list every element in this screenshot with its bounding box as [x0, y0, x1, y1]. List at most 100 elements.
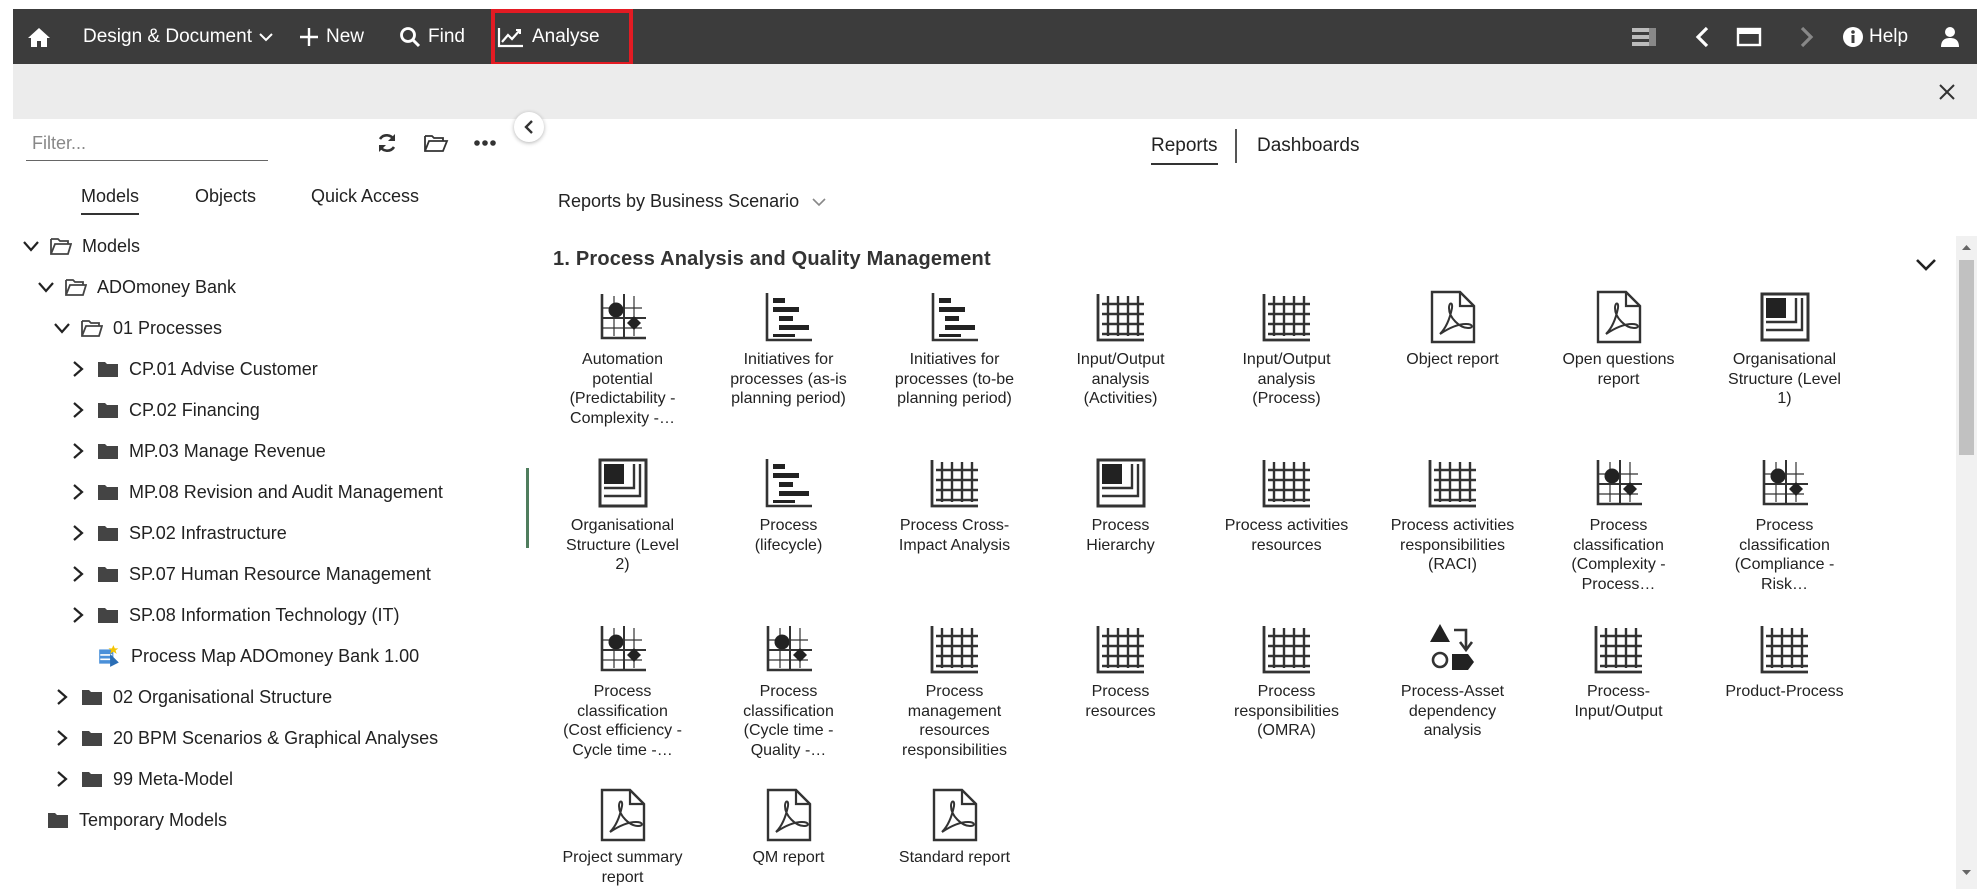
report-item[interactable]: Product-Process [1722, 622, 1847, 702]
layout-toggle-button[interactable] [1631, 9, 1657, 64]
chevron-right-icon[interactable] [53, 770, 71, 788]
forward-button[interactable] [1798, 9, 1814, 64]
tree-item[interactable]: SP.07 Human Resource Management [69, 557, 431, 591]
report-item[interactable]: Organisational Structure (Level 1) [1722, 290, 1847, 409]
user-icon [1941, 26, 1959, 47]
report-item[interactable]: Process responsibilities (OMRA) [1224, 622, 1349, 741]
tab-reports[interactable]: Reports [1151, 135, 1218, 165]
tree-item[interactable]: 99 Meta-Model [53, 762, 233, 796]
folder-open-icon[interactable] [423, 132, 449, 154]
report-item[interactable]: Process activities resources [1224, 456, 1349, 555]
report-item[interactable]: Input/Output analysis (Process) [1224, 290, 1349, 409]
scrollbar[interactable] [1956, 236, 1977, 889]
filter-input[interactable] [26, 126, 268, 161]
report-item[interactable]: Object report [1390, 290, 1515, 370]
tree-item[interactable]: Temporary Models [37, 803, 227, 837]
report-item[interactable]: Process classification (Cycle time - Qua… [726, 622, 851, 760]
report-item[interactable]: Initiatives for processes (as-is plannin… [726, 290, 851, 409]
folder-open-icon [50, 237, 73, 255]
refresh-icon[interactable] [376, 132, 398, 154]
folder-icon [97, 442, 119, 460]
window-button[interactable] [1736, 9, 1762, 64]
report-item[interactable]: Project summary report [560, 788, 685, 887]
chevron-right-icon[interactable] [69, 360, 87, 378]
collapse-panel-button[interactable] [514, 112, 544, 142]
tree-item[interactable]: SP.02 Infrastructure [69, 516, 287, 550]
collapse-section-icon[interactable] [1915, 258, 1937, 272]
user-button[interactable] [1940, 9, 1960, 64]
tab-quick-access[interactable]: Quick Access [311, 186, 419, 207]
report-item[interactable]: Process-Input/Output [1556, 622, 1681, 721]
design-document-menu[interactable]: Design & Document [83, 9, 274, 64]
report-item[interactable]: Process Hierarchy [1058, 456, 1183, 555]
tree-item[interactable]: 20 BPM Scenarios & Graphical Analyses [53, 721, 438, 755]
more-options-icon[interactable] [474, 139, 496, 147]
tab-objects[interactable]: Objects [195, 186, 256, 207]
scroll-up-icon[interactable] [1956, 240, 1977, 254]
chevron-down-icon[interactable] [53, 319, 71, 337]
tree-item-label: MP.03 Manage Revenue [129, 440, 326, 461]
plus-icon [300, 27, 318, 46]
panel-splitter[interactable] [526, 468, 529, 548]
report-label: Process resources [1085, 683, 1156, 720]
tree-item[interactable]: CP.01 Advise Customer [69, 352, 318, 386]
tree-item[interactable]: MP.08 Revision and Audit Management [69, 475, 443, 509]
home-button[interactable] [27, 9, 51, 64]
report-item[interactable]: Process classification (Compliance - Ris… [1722, 456, 1847, 594]
hierarchy-icon [1094, 456, 1148, 510]
report-label: Object report [1406, 351, 1499, 368]
chevron-down-icon[interactable] [37, 278, 55, 296]
tree-item[interactable]: 01 Processes [53, 311, 222, 345]
chevron-down-icon[interactable] [22, 237, 40, 255]
help-button[interactable]: Help [1842, 9, 1908, 64]
report-item[interactable]: Open questions report [1556, 290, 1681, 389]
report-item[interactable]: Process-Asset dependency analysis [1390, 622, 1515, 741]
report-item[interactable]: Process classification (Complexity - Pro… [1556, 456, 1681, 594]
report-item[interactable]: Process management resources responsibil… [892, 622, 1017, 760]
tab-dashboards[interactable]: Dashboards [1257, 135, 1359, 157]
report-item[interactable]: Process resources [1058, 622, 1183, 721]
report-item[interactable]: QM report [726, 788, 851, 868]
close-icon[interactable] [1938, 83, 1956, 101]
chevron-right-icon[interactable] [69, 442, 87, 460]
new-button[interactable]: New [298, 9, 364, 64]
scroll-thumb[interactable] [1959, 260, 1974, 455]
scenario-dropdown[interactable]: Reports by Business Scenario [558, 191, 827, 212]
chevron-right-icon[interactable] [69, 401, 87, 419]
report-item[interactable]: Initiatives for processes (to-be plannin… [892, 290, 1017, 409]
report-item[interactable]: Process (lifecycle) [726, 456, 851, 555]
report-item[interactable]: Process classification (Cost efficiency … [560, 622, 685, 760]
pdf-icon [762, 788, 816, 842]
back-button[interactable] [1695, 9, 1711, 64]
chevron-right-icon[interactable] [69, 565, 87, 583]
info-icon [1843, 26, 1863, 47]
tree-item[interactable]: MP.03 Manage Revenue [69, 434, 326, 468]
report-item[interactable]: Standard report [892, 788, 1017, 868]
report-item[interactable]: Input/Output analysis (Activities) [1058, 290, 1183, 409]
report-item[interactable]: Organisational Structure (Level 2) [560, 456, 685, 575]
chevron-right-icon[interactable] [69, 524, 87, 542]
chevron-right-icon[interactable] [53, 688, 71, 706]
process-map-icon [97, 644, 121, 668]
tree-item[interactable]: Process Map ADOmoney Bank 1.00 [69, 639, 419, 673]
tab-models[interactable]: Models [81, 186, 140, 215]
portfolio-icon [596, 622, 650, 676]
tree-item[interactable]: ADOmoney Bank [37, 270, 236, 304]
chevron-right-icon[interactable] [69, 483, 87, 501]
report-item[interactable]: Process Cross-Impact Analysis [892, 456, 1017, 555]
gantt-icon [762, 456, 816, 510]
scroll-down-icon[interactable] [1956, 866, 1977, 880]
tree-item[interactable]: 02 Organisational Structure [53, 680, 332, 714]
report-label: QM report [752, 849, 825, 866]
report-item[interactable]: Automation potential (Predictability - C… [560, 290, 685, 428]
chevron-right-icon[interactable] [69, 606, 87, 624]
tree-item[interactable]: SP.08 Information Technology (IT) [69, 598, 399, 632]
tree-item[interactable]: CP.02 Financing [69, 393, 260, 427]
pdf-icon [1592, 290, 1646, 344]
tree-item[interactable]: Models [22, 229, 140, 263]
matrix-icon [1426, 456, 1480, 510]
chevron-right-icon[interactable] [53, 729, 71, 747]
find-button[interactable]: Find [399, 9, 465, 64]
report-item[interactable]: Process activities responsibilities (RAC… [1390, 456, 1515, 575]
folder-icon [97, 565, 119, 583]
